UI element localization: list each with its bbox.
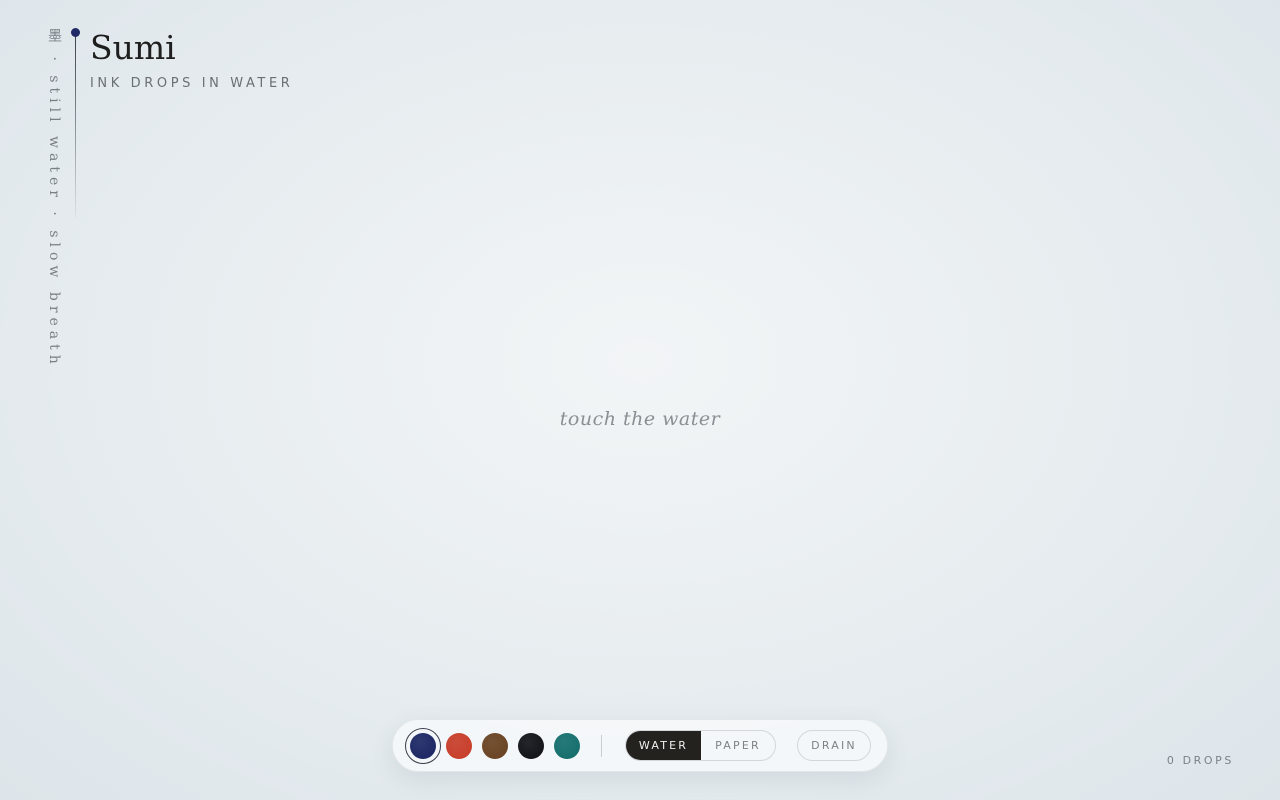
- rail-line: [75, 33, 76, 218]
- ink-swatch-sepia[interactable]: [482, 733, 508, 759]
- vertical-tagline: 墨 · still water · slow breath: [46, 28, 62, 369]
- ink-swatch-teal[interactable]: [554, 733, 580, 759]
- ink-swatch-black[interactable]: [518, 733, 544, 759]
- toolbar-divider: [601, 735, 602, 757]
- water-mode-button[interactable]: WATER: [626, 731, 701, 760]
- ink-swatch-vermilion[interactable]: [446, 733, 472, 759]
- drop-counter: 0 DROPS: [1166, 754, 1234, 767]
- ink-swatch-indigo[interactable]: [405, 728, 441, 764]
- drain-button[interactable]: DRAIN: [797, 730, 871, 761]
- rail-dot: [71, 28, 80, 37]
- paper-mode-button[interactable]: PAPER: [701, 731, 775, 760]
- mode-toggle: WATER PAPER: [625, 730, 776, 761]
- page-title: Sumi: [90, 28, 176, 67]
- touch-prompt: touch the water: [559, 408, 721, 430]
- ink-toolbar: WATER PAPER DRAIN: [392, 719, 888, 772]
- page-subtitle: INK DROPS IN WATER: [90, 76, 294, 91]
